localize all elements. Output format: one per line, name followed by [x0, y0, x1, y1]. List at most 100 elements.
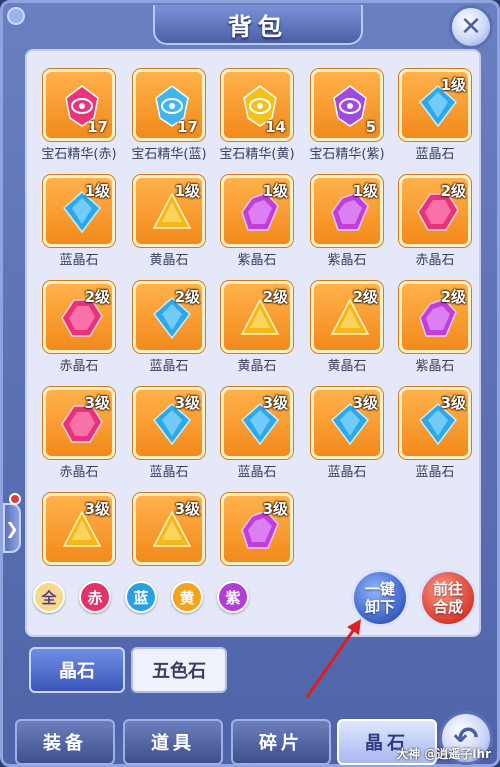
filter-4-button[interactable]: 紫	[217, 581, 249, 613]
item-slot[interactable]: 3级	[43, 387, 115, 459]
inventory-item[interactable]: 3级	[219, 493, 299, 593]
item-slot[interactable]: 1级	[133, 175, 205, 247]
item-slot[interactable]: 5	[311, 69, 383, 141]
item-slot[interactable]: 3级	[399, 387, 471, 459]
item-name: 蓝晶石	[149, 359, 189, 374]
go-synthesize-label-line2: 合成	[432, 598, 463, 616]
item-level-badge: 3级	[262, 500, 288, 518]
inventory-item[interactable]: 2级黄晶石	[309, 281, 389, 381]
corner-ornament-icon	[7, 7, 25, 25]
filter-3-button[interactable]: 黄	[171, 581, 203, 613]
item-quantity: 14	[265, 118, 286, 136]
item-level-badge: 3级	[174, 500, 200, 518]
inventory-item[interactable]: 1级蓝晶石	[397, 69, 477, 169]
item-level-badge: 2级	[352, 288, 378, 306]
item-name: 紫晶石	[327, 253, 367, 268]
item-quantity: 5	[365, 118, 376, 136]
inventory-item[interactable]: 1级紫晶石	[309, 175, 389, 275]
item-level-badge: 3级	[262, 394, 288, 412]
inventory-item[interactable]: 2级赤晶石	[397, 175, 477, 275]
item-name: 紫晶石	[415, 359, 455, 374]
go-synthesize-button[interactable]: 前往 合成	[419, 569, 477, 627]
item-slot[interactable]: 3级	[311, 387, 383, 459]
item-level-badge: 1级	[174, 182, 200, 200]
item-level-badge: 1级	[262, 182, 288, 200]
item-level-badge: 3级	[84, 500, 110, 518]
item-quantity: 17	[177, 118, 198, 136]
item-slot[interactable]: 2级	[221, 281, 293, 353]
inventory-item[interactable]: 14 宝石精华(黄)	[219, 69, 299, 169]
side-expand-handle[interactable]: ❯	[3, 503, 21, 553]
watermark: 大神 @逍遥子lhr	[396, 747, 491, 761]
item-level-badge: 1级	[84, 182, 110, 200]
filter-2-button[interactable]: 蓝	[125, 581, 157, 613]
item-level-badge: 3级	[84, 394, 110, 412]
item-name: 宝石精华(赤)	[41, 147, 117, 162]
item-slot[interactable]: 3级	[221, 493, 293, 565]
window-title: 背包	[153, 5, 363, 45]
item-slot[interactable]: 3级	[133, 493, 205, 565]
inventory-item[interactable]: 3级 蓝晶石	[309, 387, 389, 487]
item-name: 蓝晶石	[415, 147, 455, 162]
item-name: 赤晶石	[59, 359, 99, 374]
item-slot[interactable]: 2级	[43, 281, 115, 353]
filter-1-button[interactable]: 赤	[79, 581, 111, 613]
item-slot[interactable]: 2级	[399, 281, 471, 353]
item-slot[interactable]: 2级	[311, 281, 383, 353]
item-name: 黄晶石	[327, 359, 367, 374]
item-level-badge: 2级	[440, 182, 466, 200]
item-quantity: 17	[87, 118, 108, 136]
item-name: 紫晶石	[237, 253, 277, 268]
item-name: 赤晶石	[415, 253, 455, 268]
item-name: 黄晶石	[237, 359, 277, 374]
item-slot[interactable]: 3级	[43, 493, 115, 565]
item-slot[interactable]: 1级	[43, 175, 115, 247]
item-slot[interactable]: 2级	[133, 281, 205, 353]
tab-items[interactable]: 道具	[123, 719, 223, 765]
inventory-item[interactable]: 1级黄晶石	[131, 175, 211, 275]
item-slot[interactable]: 1级	[311, 175, 383, 247]
tab-equipment[interactable]: 装备	[15, 719, 115, 765]
filter-0-button[interactable]: 全	[33, 581, 65, 613]
item-name: 赤晶石	[59, 465, 99, 480]
inventory-item[interactable]: 1级紫晶石	[219, 175, 299, 275]
inventory-item[interactable]: 17 宝石精华(蓝)	[131, 69, 211, 169]
unequip-all-label-line1: 一键	[364, 580, 395, 598]
chevron-right-icon: ❯	[5, 518, 19, 538]
inventory-item[interactable]: 5 宝石精华(紫)	[309, 69, 389, 169]
inventory-item[interactable]: 2级紫晶石	[397, 281, 477, 381]
item-name: 蓝晶石	[59, 253, 99, 268]
close-icon: ✕	[460, 12, 482, 42]
item-level-badge: 2级	[262, 288, 288, 306]
item-name: 黄晶石	[149, 253, 189, 268]
item-slot[interactable]: 3级	[221, 387, 293, 459]
inventory-item[interactable]: 3级 蓝晶石	[397, 387, 477, 487]
item-slot[interactable]: 1级	[399, 69, 471, 141]
item-name: 蓝晶石	[237, 465, 277, 480]
subtab-five-color-stone[interactable]: 五色石	[131, 647, 227, 693]
inventory-item[interactable]: 3级	[41, 493, 121, 593]
inventory-item[interactable]: 1级蓝晶石	[41, 175, 121, 275]
inventory-item[interactable]: 2级黄晶石	[219, 281, 299, 381]
item-slot[interactable]: 1级	[221, 175, 293, 247]
inventory-item[interactable]: 3级蓝晶石	[219, 387, 299, 487]
subtab-crystal[interactable]: 晶石	[29, 647, 125, 693]
inventory-item[interactable]: 3级	[131, 493, 211, 593]
inventory-item[interactable]: 3级赤晶石	[41, 387, 121, 487]
item-slot[interactable]: 17	[133, 69, 205, 141]
tab-fragments[interactable]: 碎片	[231, 719, 331, 765]
item-level-badge: 3级	[352, 394, 378, 412]
close-button[interactable]: ✕	[449, 5, 493, 49]
inventory-item[interactable]: 3级 蓝晶石	[131, 387, 211, 487]
item-slot[interactable]: 17	[43, 69, 115, 141]
inventory-item[interactable]: 2级赤晶石	[41, 281, 121, 381]
item-level-badge: 2级	[440, 288, 466, 306]
item-slot[interactable]: 3级	[133, 387, 205, 459]
item-panel: 17 宝石精华(赤) 17 宝石精华(蓝) 14 宝石精华(黄) 5 宝石精华(紫) 1级 蓝晶石…	[25, 49, 481, 637]
item-slot[interactable]: 14	[221, 69, 293, 141]
inventory-item[interactable]: 17 宝石精华(赤)	[41, 69, 121, 169]
item-level-badge: 2级	[174, 288, 200, 306]
item-slot[interactable]: 2级	[399, 175, 471, 247]
item-level-badge: 2级	[84, 288, 110, 306]
inventory-item[interactable]: 2级蓝晶石	[131, 281, 211, 381]
